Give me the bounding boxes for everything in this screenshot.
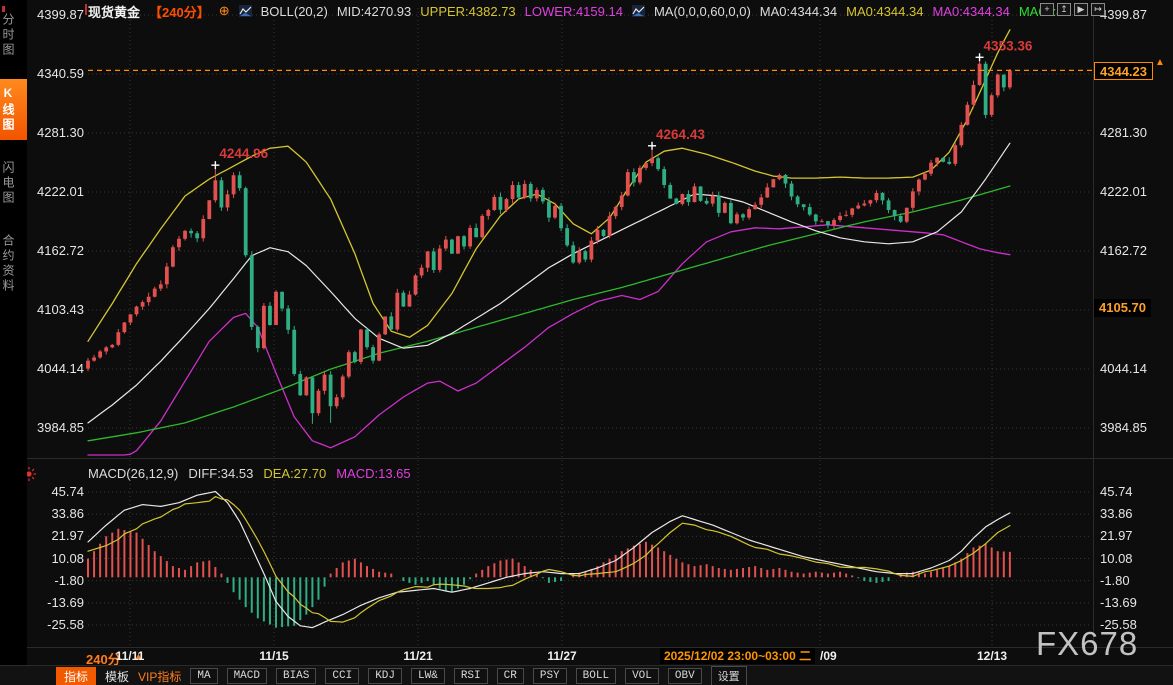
svg-text:4353.36: 4353.36	[984, 38, 1033, 53]
toolbar-item-BOLL[interactable]: BOLL	[576, 668, 616, 684]
sidebar-tab[interactable]: 合约资料	[0, 227, 27, 301]
corner-marker	[2, 6, 5, 12]
time-axis-tick: 11/15	[259, 649, 288, 663]
time-axis-tick: 12/13	[977, 649, 1007, 663]
toolbar-item-VIP指标[interactable]: VIP指标	[138, 668, 181, 685]
toolbar-item-CR[interactable]: CR	[497, 668, 524, 684]
period-label[interactable]: 【240分】	[149, 2, 210, 21]
line-chart-icon	[239, 5, 252, 17]
macd-header: MACD(26,12,9) DIFF:34.53 DEA:27.70 MACD:…	[88, 466, 411, 481]
macd-macd-value: MACD:13.65	[336, 466, 410, 481]
toolbar-item-MA[interactable]: MA	[190, 668, 217, 684]
toolbar-item-CCI[interactable]: CCI	[325, 668, 359, 684]
symbol-name: 现货黄金	[88, 2, 140, 21]
axis-scale-left-icon[interactable]: ↥	[1057, 3, 1071, 16]
window-icon-group: +↥▶↦	[1040, 3, 1105, 16]
ma0-value-3: MA0:4344.34	[932, 4, 1009, 19]
current-price-tag: 4344.23	[1094, 62, 1153, 80]
boll-label[interactable]: BOLL(20,2)	[261, 4, 328, 19]
trading-app: 4244.96 4264.43 4353.36 分时图 K线图闪电图合约资料 现货黄金…	[0, 0, 1173, 685]
sidebar: 分时图 K线图闪电图合约资料	[0, 0, 27, 685]
toolbar-item-OBV[interactable]: OBV	[668, 668, 702, 684]
time-axis-tick: 11/11	[116, 649, 145, 663]
toolbar-item-指标[interactable]: 指标	[56, 667, 96, 685]
toolbar-item-BIAS[interactable]: BIAS	[276, 668, 316, 684]
sidebar-tab[interactable]: 闪电图	[0, 154, 27, 213]
sidebar-tab[interactable]: K线图	[0, 79, 27, 140]
toolbar-item-设置[interactable]: 设置	[711, 666, 747, 685]
toolbar-items: 指标模板 VIP指标 MA MACD BIAS CCI KDJ LW&RSI CR PSY BOLL…	[56, 667, 747, 685]
crosshair-icon[interactable]: +	[1040, 3, 1054, 16]
indicator-header: 现货黄金 【240分】 ⊕ BOLL(20,2) MID:4270.93 UPP…	[88, 3, 1064, 19]
time-axis-tick: 11/21	[403, 649, 432, 663]
bottom-toolbar: 指标模板 VIP指标 MA MACD BIAS CCI KDJ LW&RSI CR PSY BOLL…	[0, 665, 1173, 685]
macd-dea-value: DEA:27.70	[263, 466, 326, 481]
ma0-value-1: MA0:4344.34	[760, 4, 837, 19]
toolbar-item-PSY[interactable]: PSY	[533, 668, 567, 684]
header-marker	[85, 4, 87, 15]
toolbar-item-VOL[interactable]: VOL	[625, 668, 659, 684]
toolbar-item-模板[interactable]: 模板	[105, 668, 129, 685]
pan-right-icon[interactable]: ↦	[1091, 3, 1105, 16]
chart-canvas[interactable]: 4244.96 4264.43 4353.36	[0, 0, 1173, 685]
macd-diff-value: DIFF:34.53	[188, 466, 253, 481]
boll-mid-value: MID:4270.93	[337, 4, 411, 19]
svg-text:4244.96: 4244.96	[219, 146, 268, 161]
toolbar-item-LW&[interactable]: LW&	[411, 668, 445, 684]
time-axis: 240分 ▲ 2025/12/02 23:00~03:00 二 11/1111/…	[27, 648, 1173, 665]
ma0-value-2: MA0:4344.34	[846, 4, 923, 19]
scroll-to-latest-button[interactable]: ▲	[1155, 57, 1165, 68]
macd-title[interactable]: MACD(26,12,9)	[88, 466, 178, 481]
boll-upper-value: UPPER:4382.73	[420, 4, 515, 19]
boll-lower-value: LOWER:4159.14	[525, 4, 623, 19]
zoom-toggle-icon[interactable]: ⊕	[219, 3, 230, 19]
time-axis-tick: 11/27	[547, 649, 576, 663]
axis-scale-right-icon[interactable]: ▶	[1074, 3, 1088, 16]
toolbar-item-KDJ[interactable]: KDJ	[368, 668, 402, 684]
sidebar-tab[interactable]: 分时图	[0, 6, 27, 65]
line-chart-icon	[632, 5, 645, 17]
crosshair-time-box: 2025/12/02 23:00~03:00 二	[660, 648, 815, 664]
time-axis-tick-partial: /09	[820, 649, 837, 663]
ma-label[interactable]: MA(0,0,0,60,0,0)	[654, 4, 751, 19]
svg-text:4264.43: 4264.43	[656, 127, 705, 142]
toolbar-item-RSI[interactable]: RSI	[454, 668, 488, 684]
toolbar-item-MACD[interactable]: MACD	[227, 668, 267, 684]
secondary-price-tag: 4105.70	[1094, 299, 1151, 317]
